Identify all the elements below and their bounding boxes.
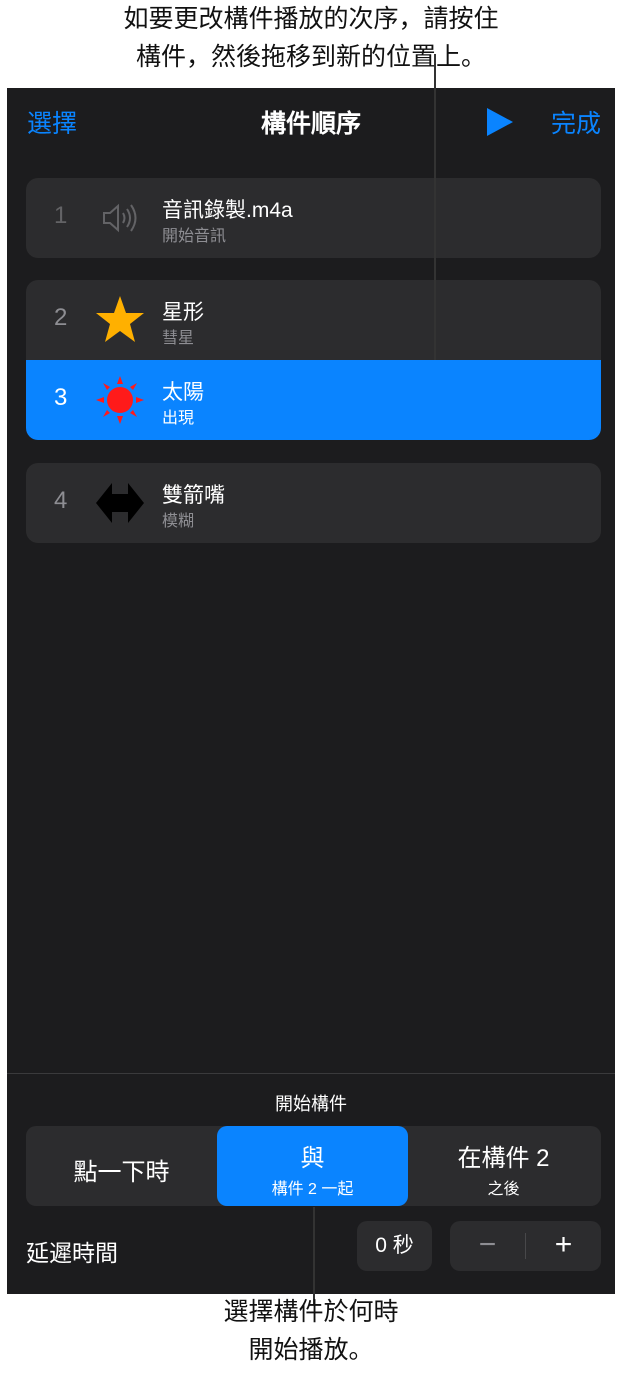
option-sublabel: 構件 2 一起 bbox=[271, 1181, 354, 1198]
build-title: 雙箭嘴 bbox=[162, 484, 225, 507]
option-label: 與 bbox=[300, 1145, 325, 1172]
build-number: 3 bbox=[54, 384, 68, 411]
build-effect: 模糊 bbox=[162, 513, 195, 530]
build-effect: 出現 bbox=[162, 410, 195, 427]
build-effect: 開始音訊 bbox=[162, 228, 227, 245]
build-title: 音訊錄製.m4a bbox=[162, 199, 293, 222]
build-row-1[interactable]: 1 音訊錄製.m4a 開始音訊 bbox=[26, 178, 601, 258]
done-button[interactable]: 完成 bbox=[551, 104, 601, 140]
top-callout-line bbox=[434, 54, 436, 360]
option-sublabel: 之後 bbox=[487, 1181, 520, 1198]
option-label: 在構件 2 bbox=[457, 1145, 550, 1172]
with-build-option[interactable]: 與 構件 2 一起 bbox=[217, 1126, 408, 1206]
bottom-callout-line-2: 開始播放。 bbox=[248, 1336, 374, 1364]
page-title: 構件順序 bbox=[260, 110, 361, 138]
after-build-option[interactable]: 在構件 2 之後 bbox=[408, 1126, 599, 1206]
star-icon bbox=[96, 296, 144, 342]
top-callout: 如要更改構件播放的次序，請按住 構件，然後拖移到新的位置上。 bbox=[0, 0, 622, 88]
build-row-4[interactable]: 4 雙箭嘴 模糊 bbox=[26, 463, 601, 543]
build-effect: 彗星 bbox=[162, 330, 195, 347]
build-title: 星形 bbox=[162, 301, 204, 324]
build-title: 太陽 bbox=[162, 381, 204, 404]
double-arrow-icon bbox=[96, 483, 144, 523]
build-number: 2 bbox=[54, 304, 68, 331]
speaker-icon bbox=[103, 203, 137, 233]
bottom-callout-line bbox=[313, 1207, 315, 1305]
start-build-section: 開始構件 點一下時 與 構件 2 一起 在構件 2 之後 延遲時間 0 秒 − … bbox=[7, 1073, 615, 1294]
navbar: 選擇 構件順序 完成 bbox=[7, 88, 615, 156]
bottom-callout: 選擇構件於何時 開始播放。 bbox=[0, 1293, 622, 1369]
build-number: 1 bbox=[54, 202, 68, 229]
start-build-segmented-control: 點一下時 與 構件 2 一起 在構件 2 之後 bbox=[26, 1126, 601, 1206]
delay-value-field[interactable]: 0 秒 bbox=[357, 1221, 432, 1271]
top-callout-line-1: 如要更改構件播放的次序，請按住 bbox=[123, 5, 499, 33]
on-tap-option[interactable]: 點一下時 bbox=[26, 1126, 217, 1206]
delay-label: 延遲時間 bbox=[26, 1240, 118, 1266]
play-icon[interactable] bbox=[487, 108, 513, 136]
delay-stepper: − + bbox=[450, 1221, 601, 1271]
sun-icon bbox=[96, 376, 144, 424]
increment-button[interactable]: + bbox=[526, 1221, 601, 1271]
start-build-label: 開始構件 bbox=[275, 1094, 347, 1114]
build-number: 4 bbox=[54, 487, 68, 514]
build-row-2[interactable]: 2 星形 彗星 bbox=[26, 280, 601, 360]
option-label: 點一下時 bbox=[73, 1159, 170, 1186]
top-callout-line-2: 構件，然後拖移到新的位置上。 bbox=[135, 43, 486, 71]
build-order-panel: 選擇 構件順序 完成 1 音訊錄製.m4a 開始音訊 2 星形 彗星 3 太陽 … bbox=[7, 88, 615, 1294]
build-row-3[interactable]: 3 太陽 出現 bbox=[26, 360, 601, 440]
decrement-button[interactable]: − bbox=[450, 1221, 525, 1271]
bottom-callout-line-1: 選擇構件於何時 bbox=[223, 1298, 399, 1326]
